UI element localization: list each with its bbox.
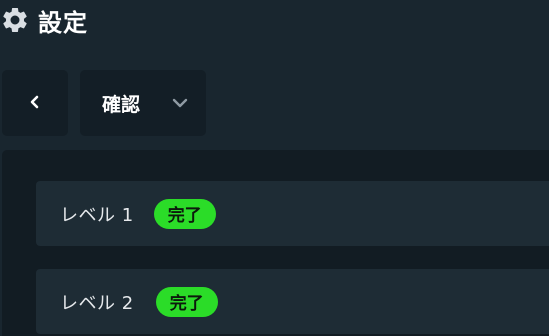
- chevron-down-icon: [172, 94, 188, 113]
- confirm-dropdown[interactable]: 確認: [80, 70, 206, 136]
- gear-icon: [0, 5, 30, 35]
- status-badge: 完了: [155, 286, 218, 317]
- chevron-left-icon: [29, 94, 41, 113]
- level-list-panel: レベル 1 完了 レベル 2 完了: [2, 150, 549, 336]
- page-header: 設定: [0, 2, 88, 38]
- status-badge: 完了: [153, 198, 216, 229]
- level-row[interactable]: レベル 2 完了: [36, 269, 549, 334]
- confirm-dropdown-label: 確認: [102, 93, 141, 116]
- back-button[interactable]: [2, 70, 68, 136]
- level-row[interactable]: レベル 1 完了: [36, 181, 549, 246]
- level-label: レベル 2: [60, 292, 134, 314]
- settings-screen: 設定 確認 レベル 1 完了 レベル 2 完了: [0, 0, 549, 336]
- level-label: レベル 1: [60, 204, 134, 226]
- toolbar: 確認: [2, 70, 206, 136]
- page-title: 設定: [38, 8, 88, 37]
